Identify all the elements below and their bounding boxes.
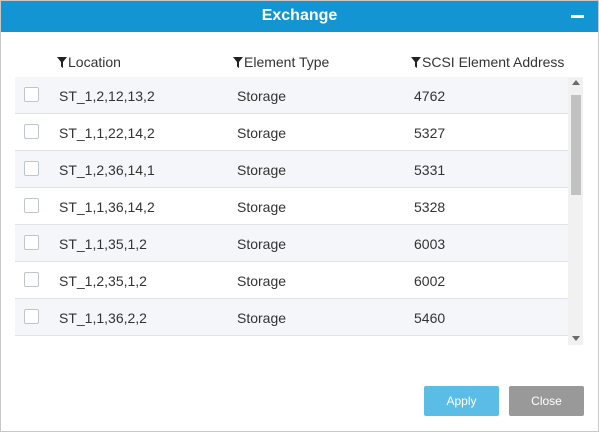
table-row[interactable]: ST_1,1,22,14,2 Storage 5327 <box>15 114 568 151</box>
cell-element-type: Storage <box>237 236 287 252</box>
exchange-grid: ST_1,2,12,13,2 Storage 4762 ST_1,1,22,14… <box>15 77 583 345</box>
apply-button[interactable]: Apply <box>424 386 499 416</box>
scroll-up-icon[interactable] <box>572 80 580 85</box>
row-checkbox[interactable] <box>24 198 39 213</box>
scrollbar-thumb[interactable] <box>571 95 581 195</box>
cell-scsi-address: 6003 <box>414 236 446 252</box>
cell-scsi-address: 5460 <box>414 310 446 326</box>
row-checkbox[interactable] <box>24 124 39 139</box>
table-header: Location Element Type SCSI Element Addre… <box>15 47 583 77</box>
cell-element-type: Storage <box>237 162 287 178</box>
vertical-scrollbar[interactable] <box>568 77 583 345</box>
table-row[interactable]: ST_1,2,12,13,2 Storage 4762 <box>15 77 568 114</box>
column-header-location-label: Location <box>68 54 121 70</box>
filter-icon[interactable] <box>57 57 67 68</box>
filter-icon[interactable] <box>233 57 243 68</box>
filter-icon[interactable] <box>411 57 421 68</box>
column-header-scsi-address[interactable]: SCSI Element Address <box>411 54 564 70</box>
cell-element-type: Storage <box>237 125 287 141</box>
cell-location: ST_1,1,22,14,2 <box>59 125 155 141</box>
table-row[interactable] <box>15 336 568 345</box>
cell-location: ST_1,1,36,2,2 <box>59 310 147 326</box>
cell-scsi-address: 4762 <box>414 88 446 104</box>
row-checkbox[interactable] <box>24 235 39 250</box>
cell-element-type: Storage <box>237 310 287 326</box>
table-row[interactable]: ST_1,1,35,1,2 Storage 6003 <box>15 225 568 262</box>
column-header-scsi-address-label: SCSI Element Address <box>422 54 565 70</box>
cell-location: ST_1,2,36,14,1 <box>59 162 155 178</box>
cell-element-type: Storage <box>237 199 287 215</box>
dialog-title: Exchange <box>261 7 338 24</box>
table-row[interactable]: ST_1,2,36,14,1 Storage 5331 <box>15 151 568 188</box>
cell-location: ST_1,2,35,1,2 <box>59 273 147 289</box>
cell-location: ST_1,2,12,13,2 <box>59 88 155 104</box>
cell-scsi-address: 6002 <box>414 273 446 289</box>
cell-location: ST_1,1,36,14,2 <box>59 199 155 215</box>
table-row[interactable]: ST_1,1,36,2,2 Storage 5460 <box>15 299 568 336</box>
exchange-dialog: Exchange Location Element Type SCSI Elem… <box>0 0 599 432</box>
row-checkbox[interactable] <box>24 161 39 176</box>
grid-rows: ST_1,2,12,13,2 Storage 4762 ST_1,1,22,14… <box>15 77 568 345</box>
row-checkbox[interactable] <box>24 309 39 324</box>
title-bar: Exchange <box>1 1 598 32</box>
row-checkbox[interactable] <box>24 87 39 102</box>
cell-element-type: Storage <box>237 88 287 104</box>
minimize-icon[interactable] <box>570 9 586 23</box>
cell-scsi-address: 5328 <box>414 199 446 215</box>
scroll-down-icon[interactable] <box>572 336 580 341</box>
row-checkbox[interactable] <box>24 272 39 287</box>
column-header-element-type-label: Element Type <box>244 54 330 70</box>
column-header-location[interactable]: Location <box>57 54 121 70</box>
cell-location: ST_1,1,35,1,2 <box>59 236 147 252</box>
cell-element-type: Storage <box>237 273 287 289</box>
cell-scsi-address: 5327 <box>414 125 446 141</box>
close-button[interactable]: Close <box>509 386 584 416</box>
table-row[interactable]: ST_1,1,36,14,2 Storage 5328 <box>15 188 568 225</box>
column-header-element-type[interactable]: Element Type <box>233 54 329 70</box>
table-row[interactable]: ST_1,2,35,1,2 Storage 6002 <box>15 262 568 299</box>
cell-scsi-address: 5331 <box>414 162 446 178</box>
